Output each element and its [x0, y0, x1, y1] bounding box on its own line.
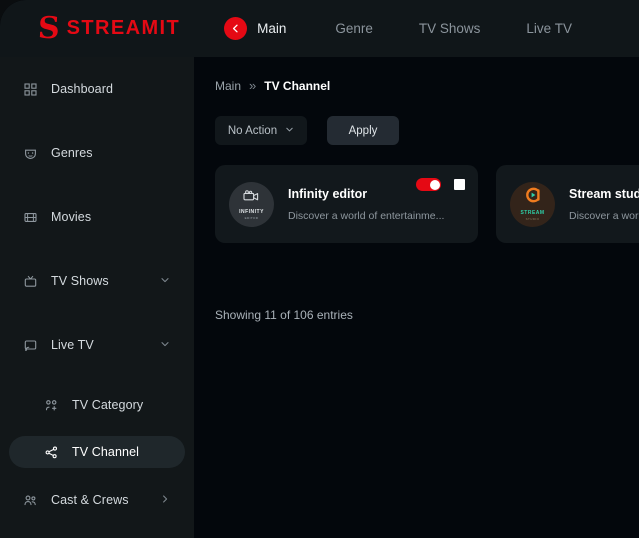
- action-select-value: No Action: [227, 124, 278, 137]
- film-icon: [22, 209, 39, 226]
- chevron-right-icon[interactable]: [160, 491, 170, 509]
- brand-name: STREAMIT: [66, 17, 181, 39]
- category-icon: [43, 397, 60, 414]
- channel-card[interactable]: INFINITY EDITOR Infinity editor Discover…: [215, 165, 478, 243]
- play-circle-icon: [525, 187, 541, 208]
- sidebar-item-cast-crews[interactable]: Cast & Crews: [9, 484, 185, 516]
- sidebar-label: TV Category: [72, 398, 144, 412]
- tv-icon: [22, 273, 39, 290]
- sidebar-label: Dashboard: [51, 82, 114, 96]
- entries-summary: Showing 11 of 106 entries: [215, 308, 353, 322]
- apply-button[interactable]: Apply: [327, 116, 399, 145]
- sidebar-label: TV Channel: [72, 445, 140, 459]
- nav-item-genre[interactable]: Genre: [312, 21, 396, 36]
- app-root: S STREAMIT Main Genre TV Shows Live TV D…: [0, 0, 639, 538]
- nav-item-main[interactable]: Main: [257, 21, 312, 36]
- chevron-down-icon[interactable]: [160, 336, 170, 354]
- toggle-knob: [429, 179, 440, 190]
- sidebar-label: TV Shows: [51, 274, 109, 288]
- sidebar: Dashboard Genres Movies TV Shows Live TV…: [0, 57, 194, 538]
- select-checkbox[interactable]: [454, 179, 465, 190]
- channel-card[interactable]: STREAM STUDIO Stream studio Discover a w…: [496, 165, 639, 243]
- avatar: INFINITY EDITOR: [229, 181, 274, 227]
- sidebar-item-dashboard[interactable]: Dashboard: [9, 73, 185, 105]
- card-text: Stream studio Discover a world of: [569, 187, 639, 222]
- nav-item-tv-shows[interactable]: TV Shows: [396, 21, 504, 36]
- sidebar-item-tv-category[interactable]: TV Category: [9, 389, 185, 421]
- nav-item-live-tv[interactable]: Live TV: [503, 21, 595, 36]
- card-title: Stream studio: [569, 186, 639, 201]
- breadcrumb: Main » TV Channel: [215, 78, 639, 93]
- avatar-label: STREAM: [520, 210, 545, 216]
- status-toggle[interactable]: [416, 178, 441, 191]
- action-select[interactable]: No Action: [215, 116, 307, 145]
- chevron-down-icon[interactable]: [160, 272, 170, 290]
- card-text: Infinity editor Discover a world of ente…: [288, 187, 464, 222]
- sidebar-label: Live TV: [51, 338, 94, 352]
- breadcrumb-root[interactable]: Main: [215, 79, 241, 93]
- bulk-action-controls: No Action Apply: [215, 116, 639, 145]
- sidebar-item-tv-channel[interactable]: TV Channel: [9, 436, 185, 468]
- sidebar-label: Genres: [51, 146, 93, 160]
- breadcrumb-current: TV Channel: [264, 78, 331, 93]
- sidebar-item-live-tv[interactable]: Live TV: [9, 329, 185, 361]
- card-description: Discover a world of entertainme...: [288, 209, 445, 222]
- main-content: Main » TV Channel No Action Apply INFINI…: [194, 57, 639, 538]
- brand-logo[interactable]: S STREAMIT: [37, 10, 181, 46]
- breadcrumb-separator-icon: »: [249, 78, 257, 93]
- chevron-left-icon[interactable]: [224, 17, 248, 40]
- camera-icon: [243, 189, 260, 207]
- grid-icon: [22, 81, 39, 98]
- sidebar-label: Cast & Crews: [51, 493, 129, 507]
- cast-icon: [22, 337, 39, 354]
- sidebar-item-genres[interactable]: Genres: [9, 137, 185, 169]
- channel-card-list: INFINITY EDITOR Infinity editor Discover…: [215, 165, 639, 243]
- top-header: S STREAMIT Main Genre TV Shows Live TV: [0, 0, 639, 57]
- avatar-sublabel: EDITOR: [244, 215, 259, 220]
- sidebar-label: Movies: [51, 210, 92, 224]
- brand-mark-icon: S: [37, 10, 61, 46]
- users-icon: [22, 492, 39, 509]
- mask-icon: [22, 145, 39, 162]
- top-navigation: Main Genre TV Shows Live TV: [224, 17, 595, 40]
- sidebar-item-tv-shows[interactable]: TV Shows: [9, 265, 185, 297]
- share-icon: [43, 444, 60, 461]
- chevron-down-icon: [285, 125, 294, 137]
- avatar-sublabel: STUDIO: [525, 217, 540, 221]
- avatar-label: INFINITY: [239, 208, 264, 215]
- card-description: Discover a world of: [569, 209, 639, 222]
- sidebar-item-movies[interactable]: Movies: [9, 201, 185, 233]
- card-controls: [416, 178, 465, 191]
- avatar: STREAM STUDIO: [510, 181, 555, 227]
